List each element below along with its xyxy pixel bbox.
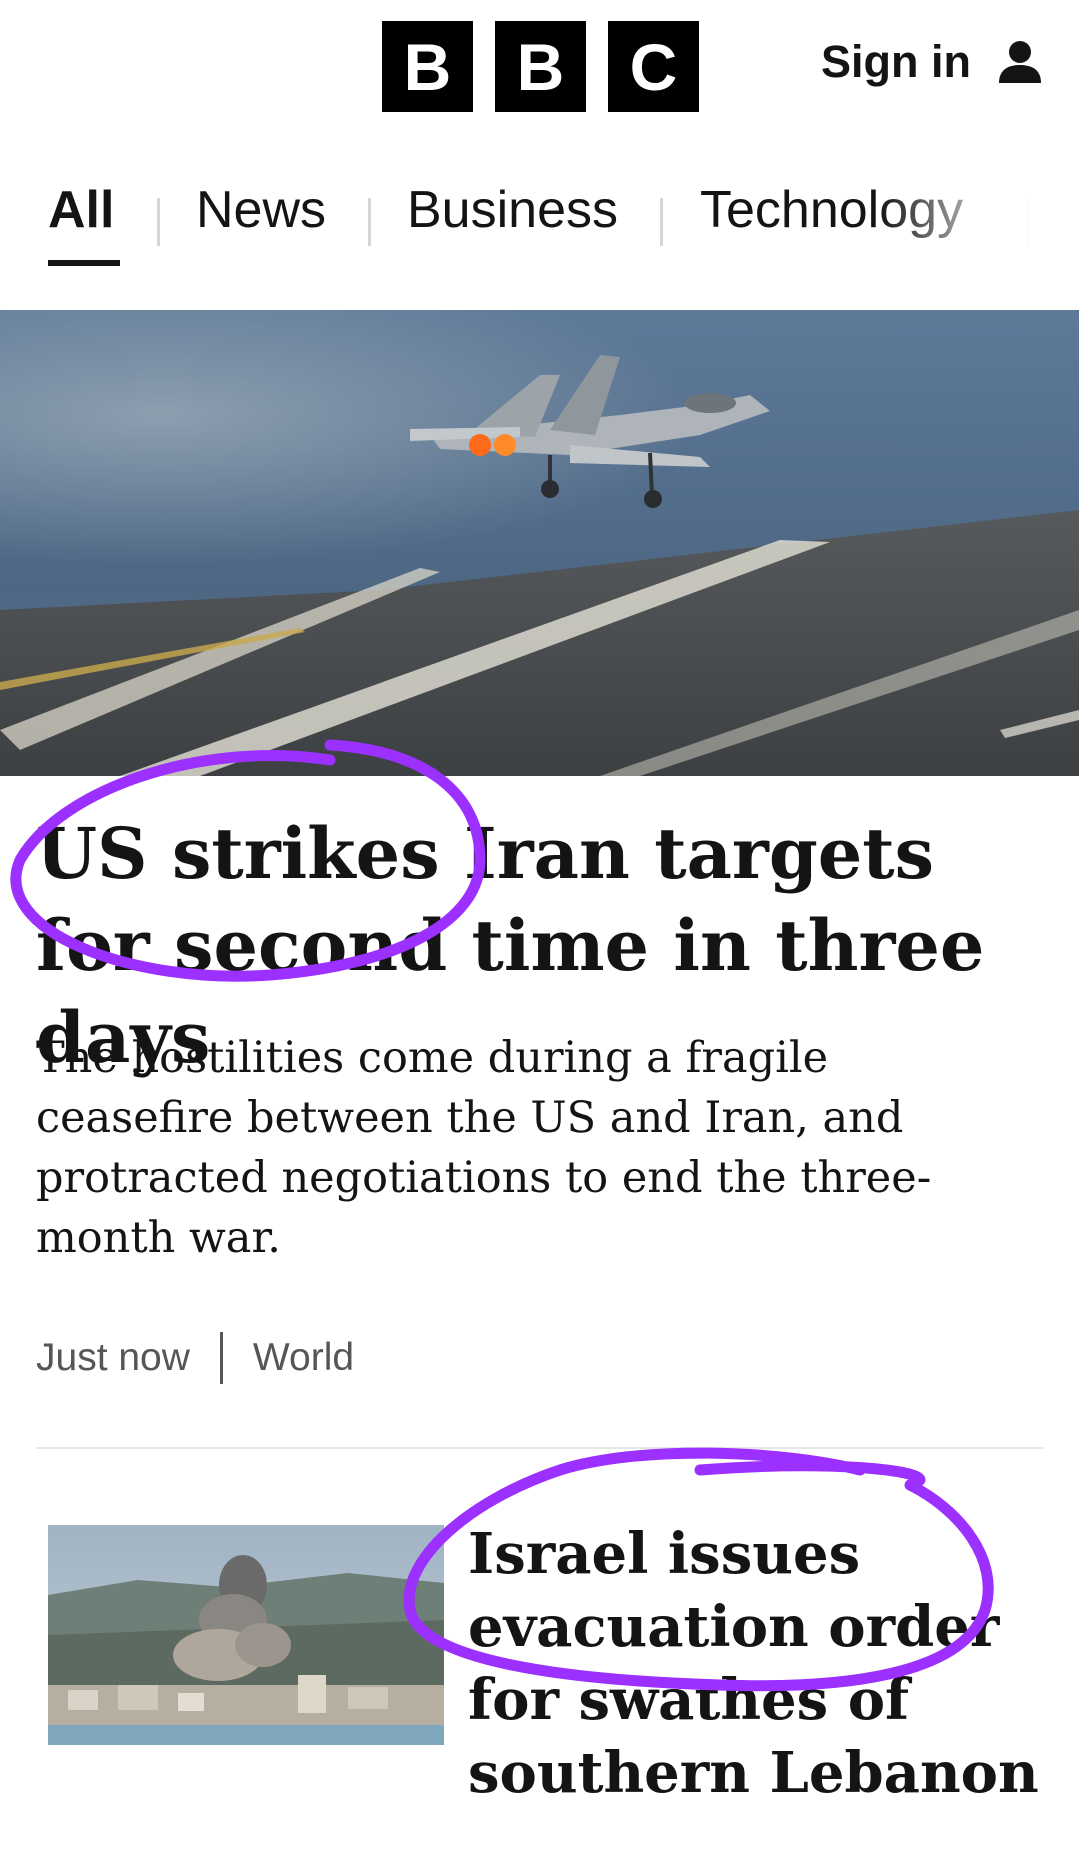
sign-in-button[interactable]: Sign in: [821, 36, 1043, 88]
explosion-smoke-image: [48, 1525, 444, 1745]
tab-news[interactable]: News: [196, 180, 326, 240]
user-icon: [999, 41, 1041, 83]
nav-separator: [660, 198, 663, 246]
lead-summary: The hostilities come during a fragile ce…: [36, 1033, 932, 1263]
tab-business[interactable]: Business: [407, 180, 618, 240]
second-story-headline[interactable]: Israel issues evacuation order for swath…: [468, 1518, 1048, 1810]
story-divider: [36, 1447, 1043, 1449]
logo-block: B: [382, 21, 473, 112]
site-header: B B C Sign in: [0, 0, 1079, 140]
meta-separator: [219, 1332, 223, 1384]
story-meta: Just now World: [36, 1332, 354, 1384]
bbc-logo[interactable]: B B C: [382, 21, 699, 112]
logo-block: C: [608, 21, 699, 112]
tab-all[interactable]: All: [48, 180, 114, 240]
nav-separator: [368, 198, 371, 246]
nav-separator: [157, 198, 160, 246]
nav-scroll-fade: [879, 150, 1079, 270]
timestamp: Just now: [36, 1336, 190, 1379]
second-story-image[interactable]: [48, 1525, 444, 1745]
section-nav: All News Business Technology: [0, 150, 1079, 270]
section-link[interactable]: World: [253, 1336, 354, 1380]
logo-block: B: [495, 21, 586, 112]
lead-story-image[interactable]: [0, 310, 1079, 776]
active-tab-indicator: [48, 260, 120, 266]
fighter-jet-carrier-image: [0, 310, 1079, 776]
sign-in-label: Sign in: [821, 36, 971, 87]
